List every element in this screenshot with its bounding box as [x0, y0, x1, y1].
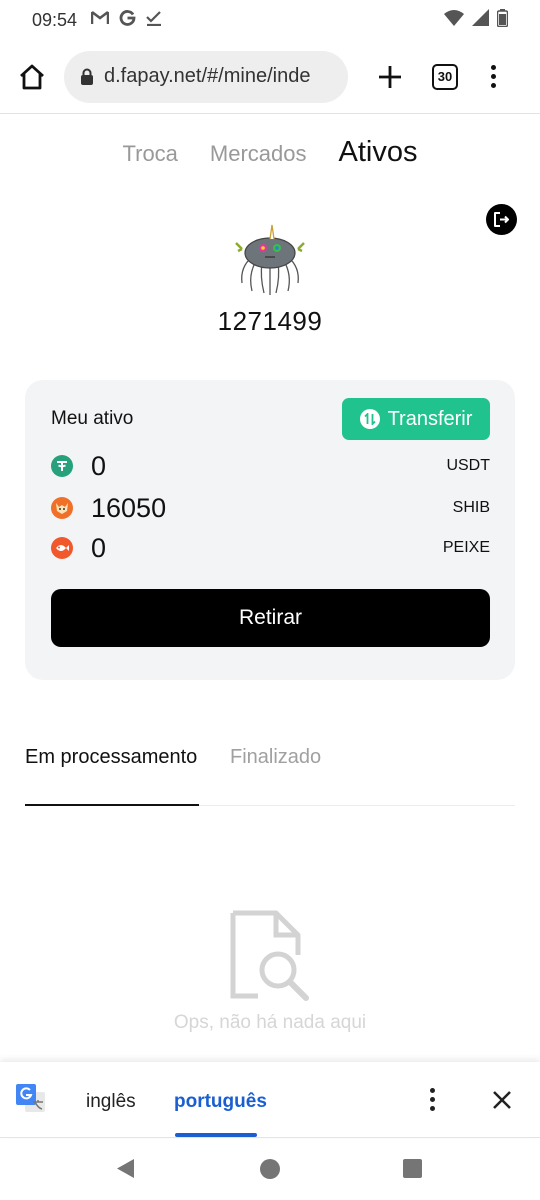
logout-button[interactable] — [486, 204, 517, 235]
plus-icon — [379, 65, 401, 88]
asset-symbol: USDT — [446, 457, 490, 474]
recents-button[interactable] — [403, 1159, 422, 1178]
translate-menu-button[interactable] — [430, 1088, 435, 1111]
google-icon — [119, 9, 136, 31]
asset-row-usdt: 0 USDT — [51, 448, 490, 484]
close-translate-button[interactable] — [492, 1090, 512, 1115]
transfer-label: Transferir — [387, 407, 473, 430]
empty-search-icon — [228, 910, 314, 1009]
order-tabs: Em processamento Finalizado — [25, 740, 515, 806]
signal-icon — [472, 9, 489, 31]
tab-finished[interactable]: Finalizado — [230, 746, 321, 769]
gmail-icon — [90, 10, 110, 30]
battery-icon — [496, 8, 509, 32]
fish-icon — [51, 537, 73, 559]
home-nav-button[interactable] — [260, 1159, 280, 1179]
close-icon — [493, 1091, 511, 1109]
asset-symbol: SHIB — [452, 499, 490, 516]
active-tab-underline — [25, 804, 199, 806]
status-bar: 09:54 — [0, 0, 540, 40]
home-button[interactable] — [14, 59, 50, 95]
tab-troca[interactable]: Troca — [123, 141, 178, 167]
asset-amount: 16050 — [91, 492, 167, 523]
tab-switcher-button[interactable]: 30 — [432, 63, 458, 90]
tab-processing[interactable]: Em processamento — [25, 746, 197, 769]
system-nav-bar — [0, 1139, 540, 1200]
check-icon — [146, 10, 162, 31]
selected-language-underline — [175, 1133, 257, 1137]
browser-toolbar: d.fapay.net/#/mine/inde 30 — [0, 40, 540, 114]
url-text: d.fapay.net/#/mine/inde — [104, 65, 311, 87]
status-time: 09:54 — [32, 9, 78, 30]
asset-card: Meu ativo Transferir 0 USDT 16050 SHIB 0… — [25, 380, 515, 680]
back-button[interactable] — [116, 1158, 135, 1184]
avatar[interactable] — [230, 217, 310, 297]
browser-menu-button[interactable] — [488, 65, 498, 88]
tab-mercados[interactable]: Mercados — [210, 141, 307, 167]
more-vert-icon — [430, 1088, 435, 1093]
transfer-button[interactable]: Transferir — [342, 398, 490, 440]
asset-amount: 0 — [91, 532, 107, 563]
asset-card-title: Meu ativo — [51, 408, 134, 429]
asset-row-shib: 16050 SHIB — [51, 490, 490, 526]
home-icon — [20, 64, 44, 89]
tab-ativos[interactable]: Ativos — [339, 136, 418, 169]
source-language[interactable]: inglês — [86, 1091, 136, 1113]
google-translate-icon[interactable] — [16, 1084, 46, 1119]
usdt-icon — [51, 455, 73, 477]
wifi-icon — [444, 9, 464, 31]
asset-amount: 0 — [91, 450, 107, 481]
logout-icon — [494, 212, 509, 227]
withdraw-button[interactable]: Retirar — [51, 589, 490, 647]
transfer-icon — [359, 409, 380, 429]
asset-symbol: PEIXE — [442, 539, 490, 556]
user-id: 1271499 — [217, 306, 323, 336]
target-language[interactable]: português — [174, 1091, 267, 1113]
main-tabs: Troca Mercados Ativos — [0, 136, 540, 169]
new-tab-button[interactable] — [374, 61, 406, 93]
spider-avatar-icon — [235, 224, 305, 295]
asset-row-peixe: 0 PEIXE — [51, 530, 490, 566]
translate-bar: inglês português — [0, 1062, 540, 1138]
lock-icon — [81, 68, 93, 85]
empty-state-text: Ops, não há nada aqui — [173, 1012, 367, 1033]
shib-icon — [51, 497, 73, 519]
url-bar[interactable]: d.fapay.net/#/mine/inde — [64, 50, 348, 103]
back-triangle-icon — [117, 1159, 134, 1178]
more-vert-icon — [490, 65, 496, 70]
